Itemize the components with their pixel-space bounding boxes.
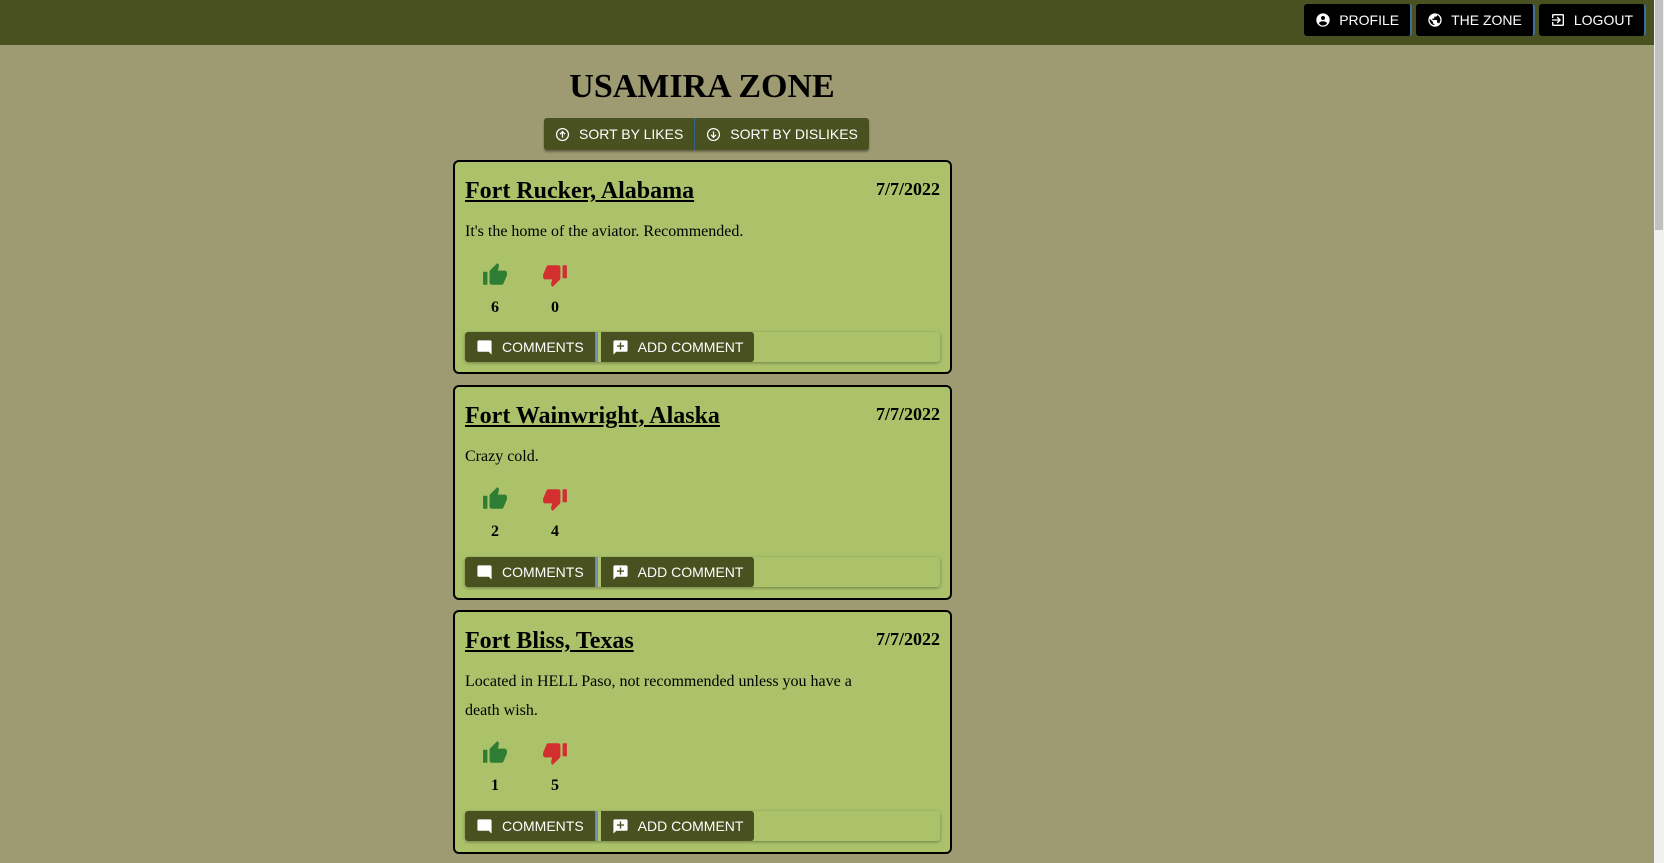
post-body: Crazy cold. [465,448,539,465]
account-circle-icon [1316,13,1330,27]
post-card: Fort Rucker, Alabama 7/7/2022 It's the h… [453,160,952,374]
scrollbar-thumb[interactable] [1655,0,1663,230]
profile-button[interactable]: PROFILE [1304,4,1413,36]
post-title-link[interactable]: Fort Rucker, Alabama [465,178,694,205]
thumb-up-icon[interactable] [482,262,508,288]
dislike-count: 0 [551,299,559,316]
comments-label: COMMENTS [502,564,584,580]
dislike-count: 5 [551,777,559,794]
comment-icon [477,564,492,580]
post-title-link[interactable]: Fort Bliss, Texas [465,628,634,655]
post-date: 7/7/2022 [875,179,940,199]
dislike-control: 4 [540,486,570,541]
post-body: It's the home of the aviator. Recommende… [465,223,744,240]
arrow-circle-down-icon [707,127,721,141]
comment-icon [477,339,492,355]
page-title: USAMIRA ZONE [569,68,835,105]
add-comment-button[interactable]: ADD COMMENT [600,557,755,587]
add-comment-label: ADD COMMENT [637,564,744,580]
like-count: 6 [491,299,499,316]
profile-label: PROFILE [1339,12,1400,28]
thumb-down-icon[interactable] [542,262,568,288]
thumb-down-icon[interactable] [542,486,568,512]
post-date: 7/7/2022 [875,404,940,424]
dislike-count: 4 [551,523,559,540]
add-comment-icon [613,339,628,355]
comments-button[interactable]: COMMENTS [465,332,598,362]
sort-by-likes-button[interactable]: SORT BY LIKES [544,118,696,150]
logout-label: LOGOUT [1573,12,1633,28]
comment-icon [477,818,492,834]
like-control: 6 [480,262,510,317]
dislike-control: 0 [540,262,570,317]
comments-label: COMMENTS [502,818,584,834]
logout-button[interactable]: LOGOUT [1538,4,1646,36]
like-count: 1 [491,777,499,794]
post-actions: COMMENTS ADD COMMENT [465,811,940,841]
dislike-control: 5 [540,740,570,795]
comments-button[interactable]: COMMENTS [465,557,598,587]
add-comment-label: ADD COMMENT [637,818,744,834]
globe-icon [1428,13,1442,27]
add-comment-icon [613,818,628,834]
top-app-bar: PROFILE THE ZONE LOGOUT [0,0,1654,45]
post-actions: COMMENTS ADD COMMENT [465,557,940,587]
the-zone-button[interactable]: THE ZONE [1416,4,1535,36]
post-body: Located in HELL Paso, not recommended un… [465,673,852,719]
sort-by-likes-label: SORT BY LIKES [579,126,684,142]
like-control: 1 [480,740,510,795]
add-comment-button[interactable]: ADD COMMENT [600,332,755,362]
sort-by-dislikes-label: SORT BY DISLIKES [730,126,858,142]
sort-by-dislikes-button[interactable]: SORT BY DISLIKES [695,118,869,150]
vertical-scrollbar[interactable] [1654,0,1664,863]
post-card: Fort Bliss, Texas 7/7/2022 Located in HE… [453,610,952,854]
post-title-link[interactable]: Fort Wainwright, Alaska [465,403,720,430]
add-comment-button[interactable]: ADD COMMENT [600,811,755,841]
the-zone-label: THE ZONE [1451,12,1522,28]
like-count: 2 [491,523,499,540]
arrow-circle-up-icon [555,127,570,141]
sort-button-group: SORT BY LIKES SORT BY DISLIKES [544,118,869,150]
thumb-up-icon[interactable] [482,486,508,512]
post-date: 7/7/2022 [875,629,940,649]
thumb-up-icon[interactable] [482,740,508,766]
post-actions: COMMENTS ADD COMMENT [465,332,940,362]
post-card: Fort Wainwright, Alaska 7/7/2022 Crazy c… [453,385,952,600]
logout-icon [1551,14,1564,26]
like-control: 2 [480,486,510,541]
nav-buttons: PROFILE THE ZONE LOGOUT [1304,4,1646,36]
add-comment-icon [613,564,628,580]
comments-label: COMMENTS [502,339,584,355]
comments-button[interactable]: COMMENTS [465,811,598,841]
add-comment-label: ADD COMMENT [637,339,744,355]
thumb-down-icon[interactable] [542,740,568,766]
